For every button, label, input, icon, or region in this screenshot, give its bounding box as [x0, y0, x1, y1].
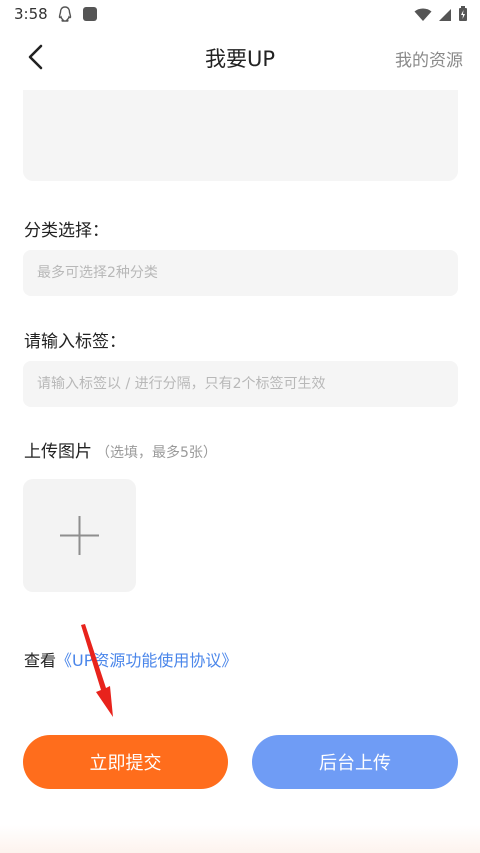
upload-images-hint: （选填，最多5张） [96, 445, 217, 461]
background-upload-button[interactable]: 后台上传 [252, 735, 458, 789]
bottom-decoration [0, 825, 480, 853]
description-textarea[interactable] [23, 90, 458, 181]
app-notification-icon [82, 6, 98, 26]
wifi-icon [414, 7, 432, 26]
category-select[interactable] [23, 250, 458, 296]
plus-icon [60, 516, 99, 555]
tags-input[interactable] [23, 361, 458, 407]
add-image-button[interactable] [23, 479, 136, 592]
category-label: 分类选择： [24, 221, 109, 241]
status-time: 3:58 [14, 5, 48, 23]
tags-label: 请输入标签： [24, 332, 126, 352]
signal-icon [438, 7, 452, 26]
nav-bar: 我要UP 我的资源 [0, 28, 480, 86]
qq-notification-icon [58, 6, 72, 26]
upload-images-header: 上传图片 （选填，最多5张） [24, 437, 217, 462]
submit-button[interactable]: 立即提交 [23, 735, 228, 789]
my-resources-link[interactable]: 我的资源 [395, 46, 463, 71]
agreement-text: 查看《UP资源功能使用协议》 [24, 647, 237, 671]
upload-images-label: 上传图片 [24, 442, 92, 462]
status-bar: 3:58 [0, 0, 480, 28]
agreement-link[interactable]: 《UP资源功能使用协议》 [56, 651, 237, 670]
agreement-prefix: 查看 [24, 651, 57, 670]
battery-icon [458, 6, 468, 26]
